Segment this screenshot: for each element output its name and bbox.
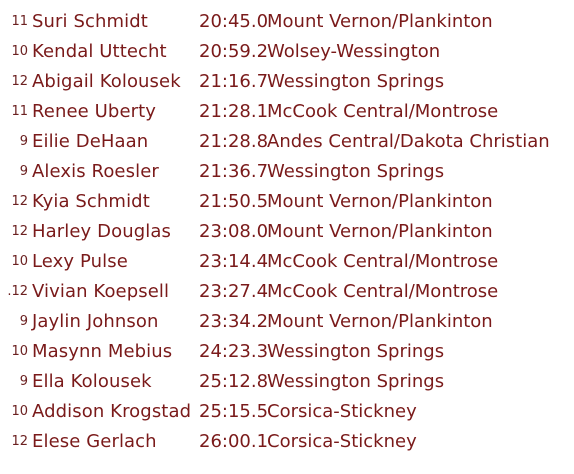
team-name: McCook Central/Montrose	[267, 101, 499, 122]
team-name: Andes Central/Dakota Christian	[267, 131, 550, 152]
finish-time: 23:27.4	[199, 281, 269, 302]
result-row: 12 Elese Gerlach 26:00.1 Corsica-Stickne…	[0, 427, 574, 457]
finish-time: 20:45.0	[199, 11, 269, 32]
result-row: 9 Jaylin Johnson 23:34.2 Mount Vernon/Pl…	[0, 307, 574, 337]
team-name: Wessington Springs	[267, 371, 445, 392]
athlete-name: Elese Gerlach	[32, 431, 157, 452]
team-name: Mount Vernon/Plankinton	[267, 221, 493, 242]
athlete-grade: 9	[19, 134, 28, 149]
result-row: 11 Suri Schmidt 20:45.0 Mount Vernon/Pla…	[0, 7, 574, 37]
result-row: .12 Vivian Koepsell 23:27.4 McCook Centr…	[0, 277, 574, 307]
finish-time: 25:15.5	[199, 401, 269, 422]
team-name: McCook Central/Montrose	[267, 251, 499, 272]
athlete-grade: 10	[11, 254, 28, 269]
team-name: Corsica-Stickney	[267, 431, 417, 452]
result-row: 10 Masynn Mebius 24:23.3 Wessington Spri…	[0, 337, 574, 367]
team-name: McCook Central/Montrose	[267, 281, 499, 302]
result-row: 9 Alexis Roesler 21:36.7 Wessington Spri…	[0, 157, 574, 187]
result-row: 10 Lexy Pulse 23:14.4 McCook Central/Mon…	[0, 247, 574, 277]
finish-time: 23:08.0	[199, 221, 269, 242]
athlete-name: Renee Uberty	[32, 101, 157, 122]
team-name: Wolsey-Wessington	[267, 41, 441, 62]
result-row: 10 Kendal Uttecht 20:59.2 Wolsey-Wessing…	[0, 37, 574, 67]
athlete-grade: 10	[11, 404, 28, 419]
athlete-grade: 12	[11, 434, 28, 449]
finish-time: 23:34.2	[199, 311, 269, 332]
result-row: 9 Ella Kolousek 25:12.8 Wessington Sprin…	[0, 367, 574, 397]
finish-time: 21:50.5	[199, 191, 269, 212]
athlete-name: Jaylin Johnson	[32, 311, 159, 332]
athlete-name: Alexis Roesler	[32, 161, 159, 182]
athlete-name: Harley Douglas	[32, 221, 171, 242]
team-name: Wessington Springs	[267, 341, 445, 362]
result-row: 10 Addison Krogstad 25:15.5 Corsica-Stic…	[0, 397, 574, 427]
team-name: Mount Vernon/Plankinton	[267, 191, 493, 212]
finish-time: 25:12.8	[199, 371, 269, 392]
athlete-name: Lexy Pulse	[32, 251, 128, 272]
team-name: Wessington Springs	[267, 71, 445, 92]
finish-time: 24:23.3	[199, 341, 269, 362]
result-row: 12 Kyia Schmidt 21:50.5 Mount Vernon/Pla…	[0, 187, 574, 217]
athlete-name: Ella Kolousek	[32, 371, 152, 392]
athlete-grade: .12	[7, 284, 28, 299]
athlete-grade: 9	[19, 314, 28, 329]
athlete-name: Kendal Uttecht	[32, 41, 167, 62]
finish-time: 23:14.4	[199, 251, 269, 272]
finish-time: 21:28.1	[199, 101, 269, 122]
result-row: 9 Eilie DeHaan 21:28.8 Andes Central/Dak…	[0, 127, 574, 157]
athlete-grade: 9	[19, 164, 28, 179]
finish-time: 20:59.2	[199, 41, 269, 62]
team-name: Wessington Springs	[267, 161, 445, 182]
athlete-name: Vivian Koepsell	[32, 281, 170, 302]
athlete-grade: 11	[11, 104, 28, 119]
athlete-grade: 10	[11, 44, 28, 59]
athlete-name: Kyia Schmidt	[32, 191, 150, 212]
finish-time: 21:16.7	[199, 71, 269, 92]
athlete-name: Eilie DeHaan	[32, 131, 149, 152]
team-name: Mount Vernon/Plankinton	[267, 11, 493, 32]
athlete-name: Abigail Kolousek	[32, 71, 181, 92]
athlete-grade: 12	[11, 74, 28, 89]
athlete-name: Addison Krogstad	[32, 401, 192, 422]
finish-time: 21:28.8	[199, 131, 269, 152]
result-row: 12 Harley Douglas 23:08.0 Mount Vernon/P…	[0, 217, 574, 247]
athlete-name: Masynn Mebius	[32, 341, 173, 362]
athlete-grade: 12	[11, 224, 28, 239]
team-name: Corsica-Stickney	[267, 401, 417, 422]
team-name: Mount Vernon/Plankinton	[267, 311, 493, 332]
result-row: 12 Abigail Kolousek 21:16.7 Wessington S…	[0, 67, 574, 97]
athlete-grade: 12	[11, 194, 28, 209]
athlete-grade: 9	[19, 374, 28, 389]
results-list: 11 Suri Schmidt 20:45.0 Mount Vernon/Pla…	[0, 7, 574, 457]
result-row: 11 Renee Uberty 21:28.1 McCook Central/M…	[0, 97, 574, 127]
finish-time: 21:36.7	[199, 161, 269, 182]
athlete-grade: 11	[11, 14, 28, 29]
athlete-name: Suri Schmidt	[32, 11, 148, 32]
athlete-grade: 10	[11, 344, 28, 359]
finish-time: 26:00.1	[199, 431, 269, 452]
